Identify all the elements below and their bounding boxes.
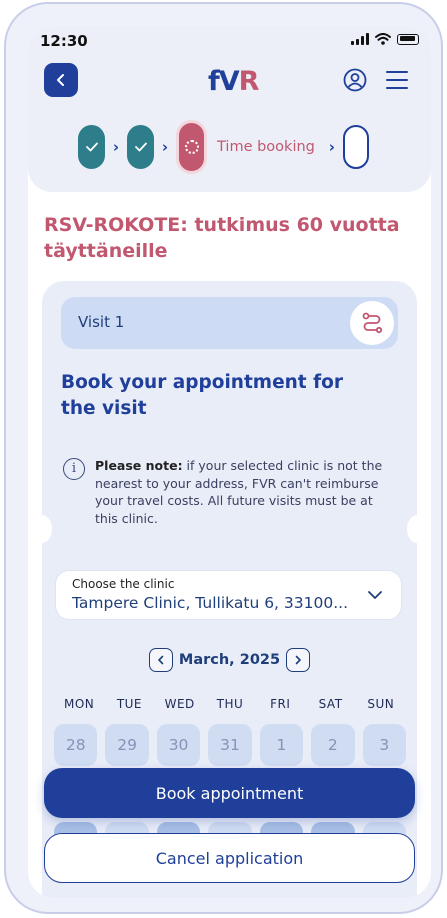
weekday-label: TUE	[116, 697, 143, 711]
calendar-day: 2	[311, 724, 355, 766]
chevron-right-icon	[295, 655, 301, 665]
booking-heading: Book your appointment for the visit	[61, 372, 343, 419]
logo-letter-r: R	[238, 66, 260, 97]
status-icons	[351, 33, 419, 45]
calendar-day: 31	[208, 724, 252, 766]
screen: 12:30 fVR › › Time booking › RSV-ROKOTE:…	[28, 26, 431, 898]
wifi-icon	[375, 33, 391, 45]
profile-icon[interactable]	[343, 68, 367, 92]
header-area: 12:30 fVR › › Time booking ›	[28, 26, 431, 192]
weekday-label: MON	[64, 697, 95, 711]
clinic-caption: Choose the clinic	[72, 577, 175, 591]
status-time: 12:30	[40, 32, 88, 50]
progress-stepper: › › Time booking ›	[78, 120, 369, 174]
step-2-completed	[127, 125, 154, 169]
book-appointment-button[interactable]: Book appointment	[44, 768, 415, 818]
menu-button[interactable]	[386, 71, 408, 89]
weekday-label: SAT	[318, 697, 343, 711]
card-notch	[32, 515, 52, 543]
visit-label: Visit 1	[78, 313, 125, 331]
chevron-right-icon: ›	[328, 138, 335, 156]
battery-icon	[397, 33, 419, 45]
weekday-label: WED	[164, 697, 195, 711]
weekday-label: THU	[216, 697, 244, 711]
in-progress-icon	[184, 140, 199, 154]
weekday-header: MON TUE WED THU FRI SAT SUN	[54, 697, 406, 711]
check-icon	[134, 142, 147, 152]
calendar-day: 3	[362, 724, 406, 766]
month-label: March, 2025	[178, 652, 281, 668]
month-navigation: March, 2025	[42, 648, 417, 672]
current-step-label: Time booking	[217, 139, 315, 155]
calendar-day: 29	[105, 724, 149, 766]
info-icon: i	[63, 458, 85, 480]
phone-frame: 12:30 fVR › › Time booking › RSV-ROKOTE:…	[4, 2, 443, 914]
calendar-day: 28	[54, 724, 98, 766]
prev-month-button[interactable]	[148, 648, 173, 672]
signal-icon	[351, 33, 369, 45]
booking-note: Please note: if your selected clinic is …	[95, 457, 395, 527]
fvr-logo: fVR	[208, 66, 260, 97]
step-1-completed	[78, 125, 105, 169]
route-icon	[350, 301, 394, 345]
logo-letter-f: f	[208, 66, 220, 97]
card-notch	[407, 515, 427, 543]
chevron-left-icon	[158, 655, 164, 665]
weekday-label: SUN	[367, 697, 395, 711]
chevron-right-icon: ›	[161, 138, 169, 156]
calendar-day: 30	[156, 724, 201, 766]
check-icon	[85, 142, 98, 152]
chevron-left-icon	[57, 74, 64, 86]
logo-letter-v: V	[218, 66, 240, 97]
page-title: RSV-ROKOTE: tutkimus 60 vuotta täyttänei…	[44, 214, 400, 262]
next-month-button[interactable]	[286, 648, 311, 672]
clinic-value: Tampere Clinic, Tullikatu 6, 33100...	[72, 594, 349, 612]
weekday-label: FRI	[270, 697, 291, 711]
note-bold: Please note:	[95, 458, 183, 473]
chevron-down-icon	[368, 591, 382, 599]
calendar-day: 1	[259, 724, 304, 766]
visit-header: Visit 1	[61, 297, 398, 349]
calendar-week: 28 29 30 31 1 2 3	[54, 724, 406, 766]
step-3-current	[176, 120, 207, 174]
chevron-right-icon: ›	[112, 138, 120, 156]
back-button[interactable]	[44, 63, 78, 97]
clinic-select[interactable]: Choose the clinic Tampere Clinic, Tullik…	[55, 570, 402, 620]
step-4-upcoming	[342, 125, 369, 169]
cancel-application-button[interactable]: Cancel application	[44, 833, 415, 883]
